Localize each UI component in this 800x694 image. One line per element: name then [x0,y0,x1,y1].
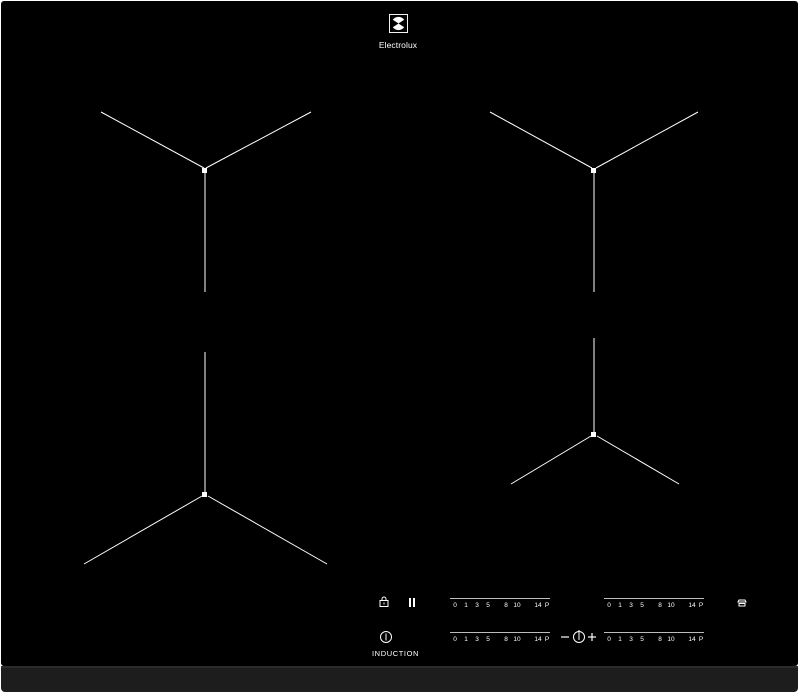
slider-label: 8 [658,602,662,609]
slider-label: 3 [629,636,633,643]
slider-label: 3 [475,602,479,609]
slider-label: 8 [658,636,662,643]
zone-center-mark [591,432,596,437]
cooking-zone-rear-left[interactable] [83,352,328,565]
slider-label: 0 [453,602,457,609]
slider-label: P [544,602,550,609]
zone-center-mark [591,168,596,173]
lock-icon[interactable] [378,596,390,608]
plus-icon[interactable] [587,631,597,643]
slider-label: 14 [534,636,542,643]
slider-label: 5 [640,636,644,643]
slider-label: 1 [618,602,622,609]
induction-label: INDUCTION [372,649,420,658]
power-slider-front-right[interactable]: 0 1 3 5 8 10 14 P [604,632,704,644]
zone-center-mark [202,168,207,173]
slider-label: 5 [486,636,490,643]
slider-track [604,632,704,633]
timer-icon[interactable] [572,629,586,645]
cooking-zone-front-left[interactable] [100,111,312,292]
slider-label: 1 [618,636,622,643]
slider-label: P [698,636,704,643]
slider-label: 10 [513,636,521,643]
hob2hood-icon[interactable] [736,596,748,608]
zone-center-mark [202,492,207,497]
slider-label: 14 [688,636,696,643]
slider-label: P [698,602,704,609]
power-slider-rear-right[interactable]: 0 1 3 5 8 10 14 P [604,598,704,610]
power-slider-rear-left[interactable]: 0 1 3 5 8 10 14 P [450,598,550,610]
slider-label: 5 [486,602,490,609]
slider-label: 14 [534,602,542,609]
slider-label: 10 [513,602,521,609]
slider-label: 1 [464,636,468,643]
cooking-zones [83,111,699,565]
slider-label: P [544,636,550,643]
minus-icon[interactable] [560,631,570,643]
slider-label: 8 [504,602,508,609]
slider-track [450,632,550,633]
slider-label: 0 [607,636,611,643]
slider-label: 0 [453,636,457,643]
cooking-zone-front-right[interactable] [489,111,699,292]
power-slider-front-left[interactable]: 0 1 3 5 8 10 14 P [450,632,550,644]
slider-label: 3 [629,602,633,609]
slider-label: 14 [688,602,696,609]
slider-label: 10 [667,636,675,643]
power-icon[interactable] [379,630,393,644]
pause-icon[interactable] [407,597,417,609]
slider-label: 5 [640,602,644,609]
slider-track [450,598,550,599]
slider-label: 3 [475,636,479,643]
slider-label: 10 [667,602,675,609]
slider-label: 8 [504,636,508,643]
slider-track [604,598,704,599]
slider-label: 1 [464,602,468,609]
cooking-zone-rear-right[interactable] [510,338,680,485]
slider-label: 0 [607,602,611,609]
